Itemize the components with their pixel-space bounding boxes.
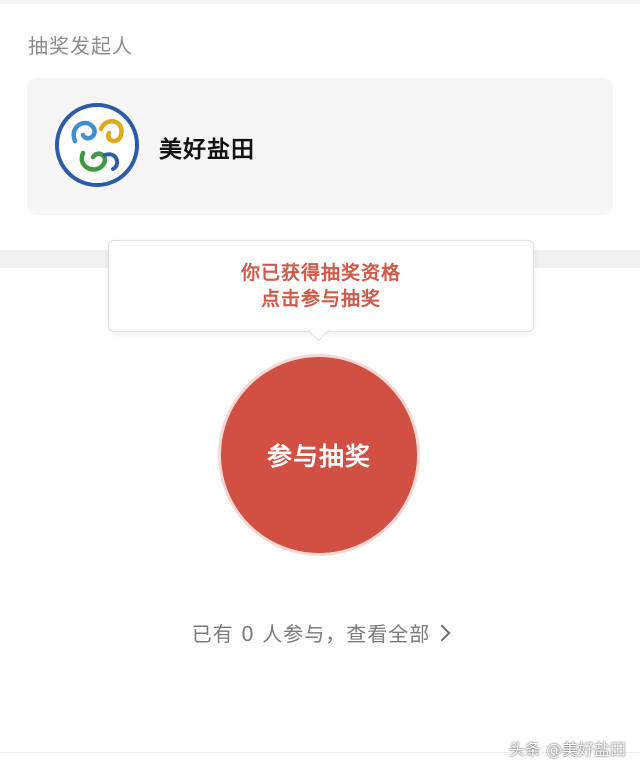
top-divider (0, 0, 640, 4)
tooltip-line-1: 你已获得抽奖资格 (240, 262, 401, 284)
section-title: 抽奖发起人 (28, 34, 133, 58)
yantian-cloud-logo-icon (55, 103, 139, 187)
eligibility-tooltip: 你已获得抽奖资格 点击参与抽奖 (108, 240, 534, 332)
sponsor-card[interactable]: 美好盐田 (27, 78, 613, 215)
join-lottery-button[interactable]: 参与抽奖 (221, 357, 417, 553)
chevron-right-icon (433, 624, 451, 642)
watermark: 头条 @美好盐田 (508, 740, 626, 759)
participants-text: 已有 0 人参与，查看全部 (191, 622, 431, 646)
tooltip-line-2: 点击参与抽奖 (260, 288, 381, 310)
sponsor-name: 美好盐田 (159, 137, 255, 163)
view-participants-link[interactable]: 已有 0 人参与，查看全部 (0, 618, 640, 647)
